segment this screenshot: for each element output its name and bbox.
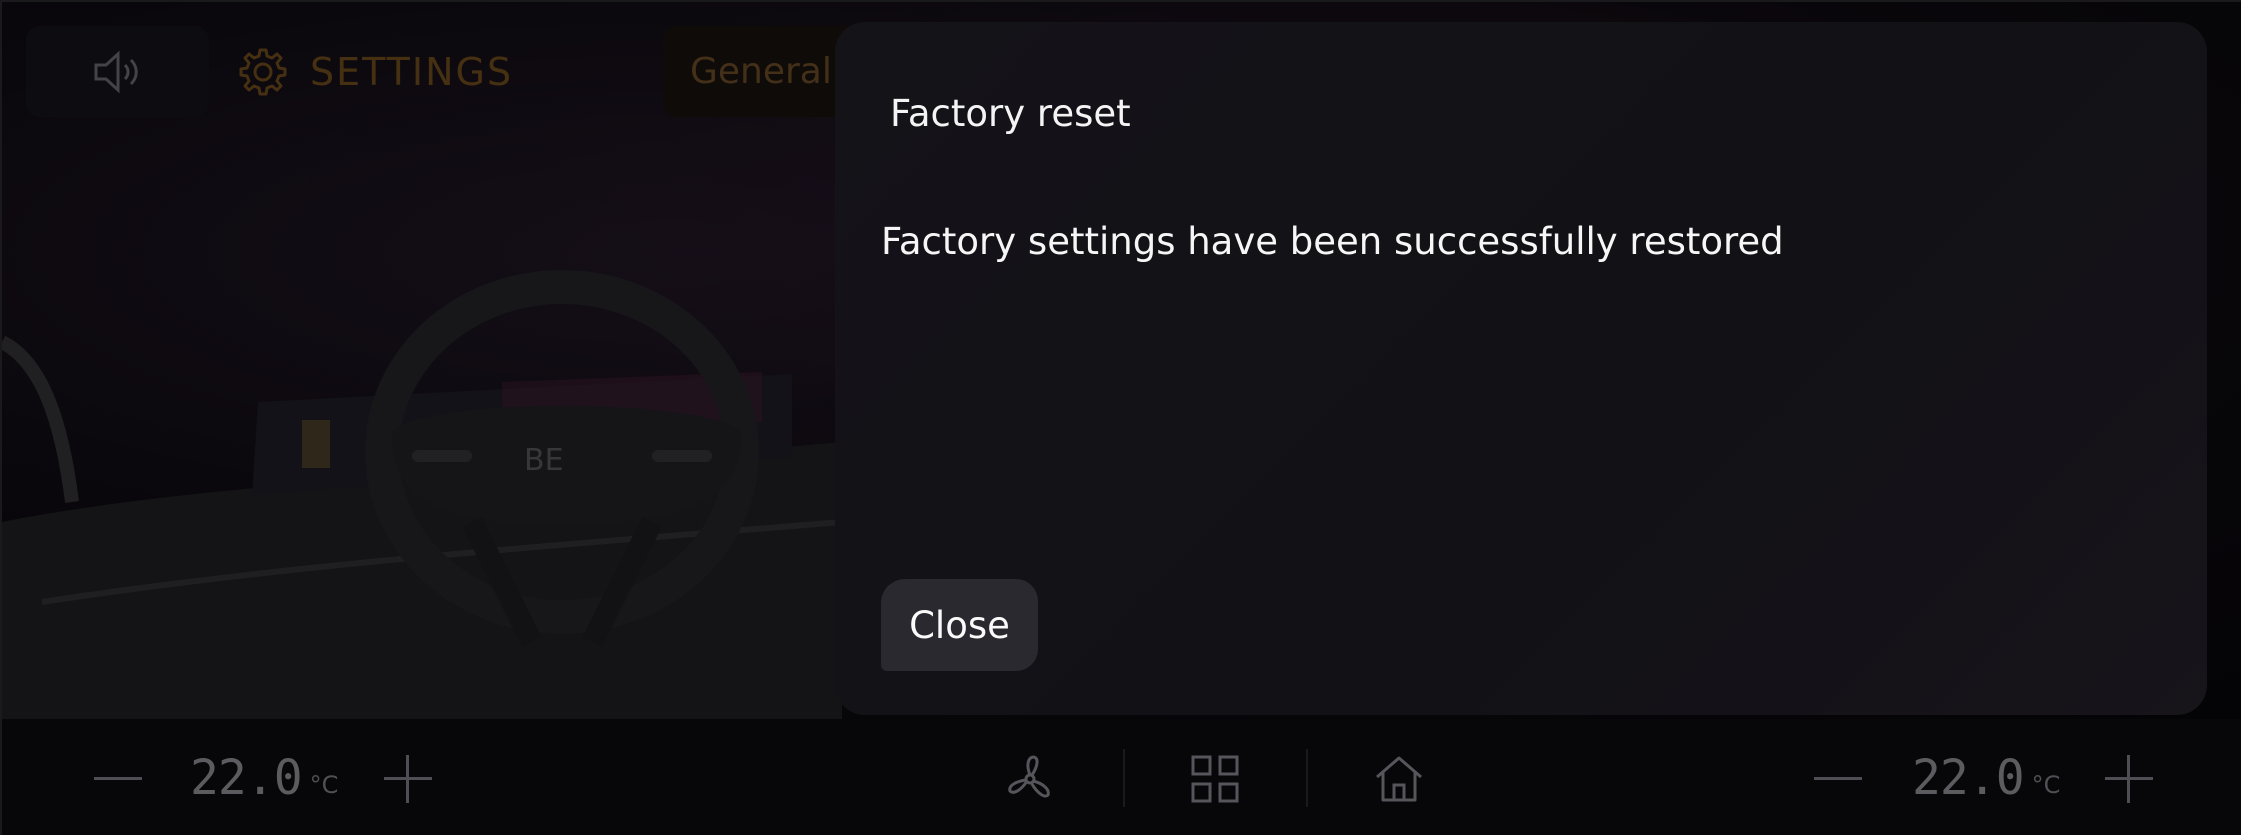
right-temperature: 22.0 °C (1912, 719, 2060, 835)
dialog-message: Factory settings have been successfully … (881, 220, 1784, 263)
right-temp-unit: °C (2031, 771, 2061, 799)
car-display: BE SETTINGS General Factory reset Factor… (0, 0, 2241, 835)
close-button[interactable]: Close (881, 579, 1038, 671)
left-temp-unit: °C (309, 771, 339, 799)
home-icon (1376, 756, 1422, 802)
home-button[interactable] (1369, 749, 1429, 809)
fan-button[interactable] (1000, 749, 1060, 809)
left-temp-decrease-button[interactable] (88, 749, 148, 809)
divider (1123, 749, 1125, 807)
right-temp-value: 22.0 (1912, 750, 2025, 806)
left-temp-increase-button[interactable] (378, 749, 438, 809)
minus-icon (94, 777, 142, 780)
minus-icon (1814, 777, 1862, 780)
apps-button[interactable] (1185, 749, 1245, 809)
plus-icon (384, 755, 432, 803)
divider (1306, 749, 1308, 807)
left-temp-value: 22.0 (190, 750, 303, 806)
plus-icon (2105, 755, 2153, 803)
right-temp-increase-button[interactable] (2099, 749, 2159, 809)
fan-icon (1008, 755, 1050, 798)
factory-reset-dialog: Factory reset Factory settings have been… (835, 22, 2207, 715)
left-temperature: 22.0 °C (190, 719, 338, 835)
dialog-title: Factory reset (890, 92, 1131, 135)
climate-bar: 22.0 °C 22.0 °C (2, 719, 2241, 835)
right-temp-decrease-button[interactable] (1808, 749, 1868, 809)
grid-icon (1191, 755, 1239, 803)
